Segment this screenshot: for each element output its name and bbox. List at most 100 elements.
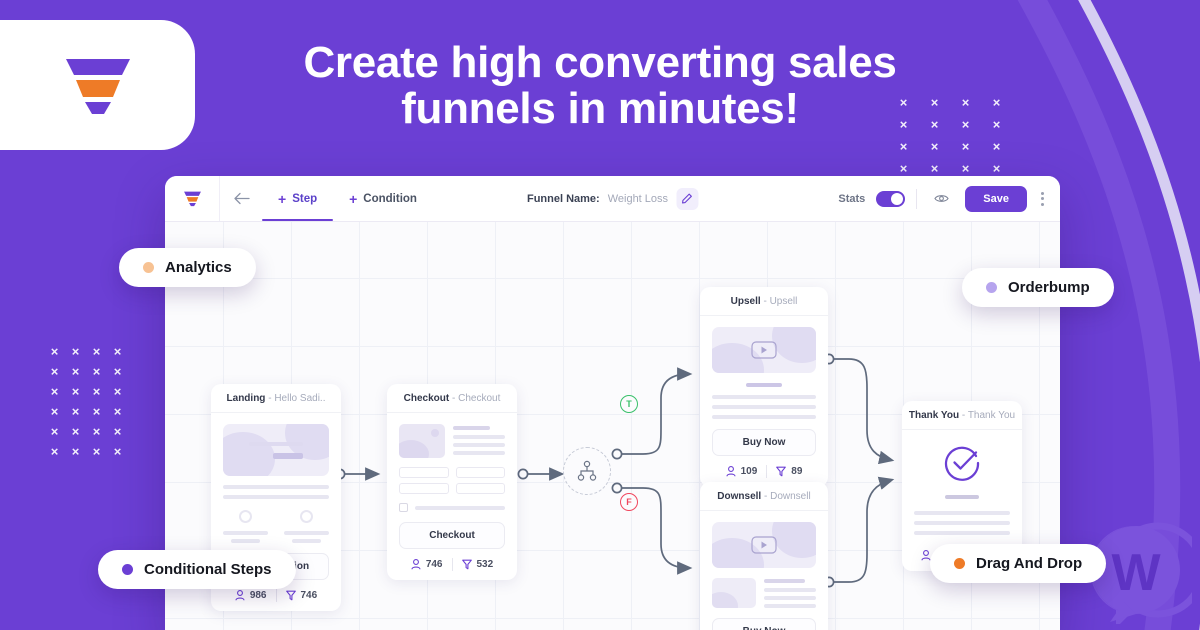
decorative-x-icon: ×	[113, 384, 122, 399]
pill-dot-icon	[143, 262, 154, 273]
skeleton-hero	[223, 424, 329, 476]
step-stats: 746 532	[399, 558, 505, 571]
funnel-canvas[interactable]: T F Landing - Hello Sadi.. 986 746 Check…	[165, 222, 1060, 630]
step-card-upsell[interactable]: Upsell - Upsell Buy Now 109 89	[700, 287, 828, 487]
decorative-x-grid-left: × × × × × × × × × × × × × × × × × × × × × × × ×	[44, 345, 128, 465]
save-button[interactable]: Save	[965, 185, 1027, 212]
stats-toggle[interactable]	[876, 190, 906, 207]
funnel-logo-icon	[183, 191, 201, 207]
add-condition-label: Condition	[363, 192, 417, 205]
conversions-value: 89	[791, 466, 803, 477]
decorative-x-icon: ×	[92, 444, 101, 459]
funnel-name-group: Funnel Name: Weight Loss	[526, 176, 699, 221]
toolbar-logo[interactable]	[165, 176, 220, 221]
condition-true-badge: T	[620, 395, 638, 413]
preview-button[interactable]	[928, 186, 954, 212]
funnel-logo-icon	[65, 59, 130, 114]
skeleton-video	[712, 522, 816, 568]
decorative-x-icon: ×	[50, 384, 59, 399]
back-button[interactable]	[220, 176, 262, 221]
skeleton-video	[712, 327, 816, 373]
feature-pill-conditional-steps: Conditional Steps	[98, 550, 296, 589]
play-button-icon	[751, 536, 777, 554]
toolbar-actions: Stats Save	[838, 176, 1060, 221]
feature-pill-label: Conditional Steps	[144, 561, 272, 578]
step-title: Landing	[226, 393, 266, 404]
condition-node[interactable]	[563, 447, 611, 495]
eye-icon	[934, 195, 949, 202]
step-card-preview: Checkout 746 532	[387, 413, 517, 580]
funnel-name-label: Funnel Name:	[526, 192, 600, 205]
decorative-x-icon: ×	[50, 344, 59, 359]
step-title: Thank You	[908, 410, 960, 421]
stats-label: Stats	[838, 192, 866, 205]
svg-text:W: W	[1111, 544, 1161, 602]
step-subtitle: Checkout	[458, 393, 501, 404]
visitors-stat: 109	[726, 466, 758, 477]
pill-dot-icon	[986, 282, 997, 293]
edit-funnel-name-button[interactable]	[676, 187, 699, 210]
step-stats: 109 89	[712, 465, 816, 478]
conversions-stat: 532	[461, 559, 493, 570]
funnel-builder-window: + Step + Condition Funnel Name: Weight L…	[165, 176, 1060, 630]
kebab-menu-icon[interactable]	[1038, 191, 1047, 206]
step-card-title: Landing - Hello Sadi..	[211, 384, 341, 413]
decorative-x-icon: ×	[899, 139, 908, 154]
visitors-value: 986	[249, 590, 267, 601]
step-card-title: Downsell - Downsell	[700, 482, 828, 511]
add-condition-button[interactable]: + Condition	[333, 176, 433, 221]
visitors-stat: 986	[235, 590, 267, 601]
decorative-x-icon: ×	[50, 364, 59, 379]
condition-false-badge: F	[620, 493, 638, 511]
funnel-icon	[285, 590, 296, 601]
decorative-x-icon: ×	[930, 139, 939, 154]
feature-pill-label: Drag And Drop	[976, 555, 1083, 572]
step-separator: -	[763, 491, 768, 502]
decorative-x-icon: ×	[113, 344, 122, 359]
plus-icon: +	[349, 190, 358, 207]
arrow-left-icon	[233, 192, 250, 205]
step-separator: -	[451, 393, 456, 404]
headline-line-2: funnels in minutes!	[401, 83, 799, 133]
feature-pill-orderbump: Orderbump	[962, 268, 1114, 307]
step-card-checkout[interactable]: Checkout - Checkout Checkout 746 532	[387, 384, 517, 580]
step-card-title: Upsell - Upsell	[700, 287, 828, 316]
step-subtitle: Hello Sadi..	[274, 393, 326, 404]
step-subtitle: Downsell	[770, 491, 811, 502]
add-step-button[interactable]: + Step	[262, 176, 334, 221]
decorative-x-icon: ×	[71, 344, 80, 359]
pill-dot-icon	[122, 564, 133, 575]
step-card-title: Checkout - Checkout	[387, 384, 517, 413]
step-separator: -	[268, 393, 272, 404]
step-separator: -	[763, 296, 767, 307]
success-check-icon	[944, 446, 980, 481]
funnel-icon	[776, 466, 787, 477]
conversions-value: 746	[300, 590, 318, 601]
brand-logo-badge	[0, 20, 195, 150]
decorative-x-icon: ×	[71, 364, 80, 379]
visitors-value: 109	[740, 466, 758, 477]
toolbar-divider	[916, 188, 918, 209]
visitors-stat: 746	[411, 559, 443, 570]
decorative-x-icon: ×	[50, 444, 59, 459]
feature-pill-drag-and-drop: Drag And Drop	[930, 544, 1107, 583]
funnel-name-value: Weight Loss	[607, 192, 669, 205]
step-subtitle: Upsell	[769, 296, 798, 307]
step-cta-label: Buy Now	[712, 429, 816, 456]
decorative-x-icon: ×	[50, 424, 59, 439]
step-card-downsell[interactable]: Downsell - Downsell	[700, 482, 828, 630]
decorative-x-icon: ×	[113, 364, 122, 379]
decorative-x-icon: ×	[92, 344, 101, 359]
decorative-x-icon: ×	[961, 139, 970, 154]
person-icon	[235, 590, 245, 601]
feature-pill-analytics: Analytics	[119, 248, 256, 287]
decorative-x-icon: ×	[113, 424, 122, 439]
step-card-preview: Buy Now 119 39	[700, 511, 828, 630]
conversions-stat: 89	[776, 466, 802, 477]
person-icon	[726, 466, 736, 477]
decorative-x-icon: ×	[92, 384, 101, 399]
decorative-x-icon: ×	[71, 444, 80, 459]
person-icon	[411, 559, 421, 570]
pencil-icon	[682, 193, 692, 204]
decorative-x-icon: ×	[92, 404, 101, 419]
